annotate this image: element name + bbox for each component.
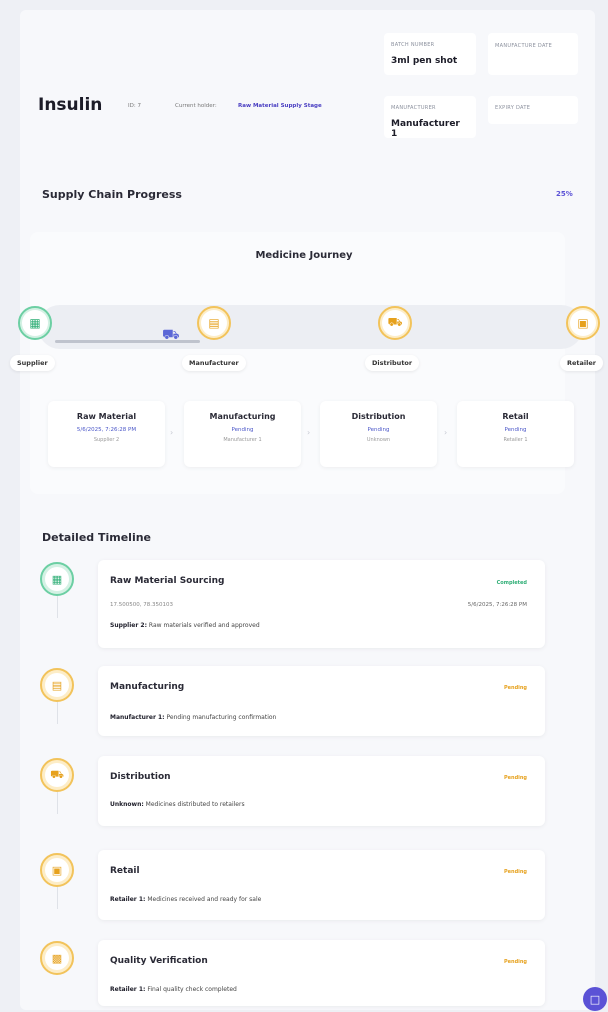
journey-node-supplier[interactable]: ▦: [18, 306, 52, 340]
timeline-item-text: Medicines distributed to retailers: [145, 801, 245, 808]
timeline-item-manufacturing[interactable]: Manufacturing Pending Manufacturer 1: Pe…: [98, 666, 545, 736]
store-icon: ▣: [45, 858, 69, 882]
timeline-item-actor: Retailer 1:: [110, 986, 146, 993]
current-holder-value: Raw Material Supply Stage: [238, 103, 322, 109]
product-id: ID: 7: [128, 103, 141, 109]
status-badge: Pending: [503, 775, 527, 781]
stage-title: Distribution: [351, 412, 406, 421]
stage-holder: Retailer 1: [503, 437, 528, 443]
current-holder-label: Current holder:: [175, 103, 217, 109]
timeline-item-quality-verification[interactable]: Quality Verification Pending Retailer 1:…: [98, 940, 545, 1006]
timeline-item-title: Quality Verification: [110, 956, 208, 966]
stage-title: Retail: [502, 412, 529, 421]
timeline-node-retail: ▣: [40, 853, 74, 887]
stage-card-retail: Retail Pending Retailer 1: [457, 401, 574, 467]
stage-title: Raw Material: [76, 412, 137, 421]
node-label-distributor: Distributor: [365, 355, 420, 371]
clipboard-icon: ▩: [45, 946, 69, 970]
store-icon: ▣: [570, 310, 596, 336]
stage-card-manufacturing: Manufacturing Pending Manufacturer 1: [184, 401, 301, 467]
journey-node-retailer[interactable]: ▣: [566, 306, 600, 340]
expiry-date-label: EXPIRY DATE: [495, 105, 531, 111]
stage-status: Pending: [231, 427, 254, 433]
timeline-item-retail[interactable]: Retail Pending Retailer 1: Medicines rec…: [98, 850, 545, 920]
timeline-connector: [57, 792, 58, 814]
manufacturer-box: MANUFACTURER Manufacturer 1: [384, 96, 476, 139]
chevron-right-icon: ›: [307, 428, 311, 437]
timeline-item-description: Retailer 1: Medicines received and ready…: [110, 896, 261, 903]
truck-icon: ⛟: [45, 763, 69, 787]
expiry-date-box: EXPIRY DATE: [488, 96, 578, 124]
chevron-right-icon: ›: [170, 428, 174, 437]
journey-node-manufacturer[interactable]: ▤: [197, 306, 231, 340]
truck-icon: ⛟: [382, 310, 408, 336]
factory-icon: ▤: [45, 673, 69, 697]
stage-title: Manufacturing: [209, 412, 276, 421]
product-name: Insulin: [38, 95, 103, 115]
node-label-retailer: Retailer: [560, 355, 603, 371]
stage-status: 5/6/2025, 7:26:28 PM: [76, 427, 137, 433]
timeline-item-title: Retail: [110, 866, 140, 876]
batch-number-value: 3ml pen shot: [391, 56, 458, 66]
timeline-item-title: Raw Material Sourcing: [110, 576, 225, 586]
warehouse-icon: ▦: [45, 567, 69, 591]
timeline-node-manufacturing: ▤: [40, 668, 74, 702]
timeline-item-title: Manufacturing: [110, 682, 185, 692]
progress-title: Supply Chain Progress: [42, 188, 182, 201]
warehouse-icon: ▦: [22, 310, 48, 336]
timeline-item-date: 5/6/2025, 7:26:28 PM: [467, 602, 527, 608]
timeline-node-distribution: ⛟: [40, 758, 74, 792]
timeline-node-quality-verification: ▩: [40, 941, 74, 975]
journey-node-distributor[interactable]: ⛟: [378, 306, 412, 340]
batch-number-box: BATCH NUMBER 3ml pen shot: [384, 33, 476, 75]
timeline-item-distribution[interactable]: Distribution Pending Unknown: Medicines …: [98, 756, 545, 826]
node-label-supplier: Supplier: [10, 355, 55, 371]
timeline-item-description: Supplier 2: Raw materials verified and a…: [110, 622, 260, 629]
stage-status: Pending: [504, 427, 527, 433]
timeline-item-actor: Supplier 2:: [110, 622, 147, 629]
manufacturer-label: MANUFACTURER: [391, 105, 436, 111]
stage-holder: Manufacturer 1: [223, 437, 262, 443]
timeline-item-text: Medicines received and ready for sale: [147, 896, 262, 903]
status-badge: Completed: [496, 580, 527, 586]
status-badge: Pending: [503, 685, 527, 691]
status-badge: Pending: [503, 869, 527, 875]
stage-holder: Unknown: [366, 437, 391, 443]
timeline-connector: [57, 887, 58, 909]
chevron-right-icon: ›: [444, 428, 448, 437]
timeline-title: Detailed Timeline: [42, 531, 152, 544]
timeline-item-text: Raw materials verified and approved: [148, 622, 260, 629]
timeline-item-text: Pending manufacturing confirmation: [166, 714, 277, 721]
timeline-item-description: Manufacturer 1: Pending manufacturing co…: [110, 714, 276, 721]
chat-icon: □: [589, 992, 601, 1006]
progress-percent: 25%: [556, 190, 573, 198]
timeline-connector: [57, 702, 58, 724]
node-label-manufacturer: Manufacturer: [182, 355, 246, 371]
manufacture-date-label: MANUFACTURE DATE: [495, 43, 553, 49]
chat-button[interactable]: □: [583, 987, 607, 1011]
batch-number-label: BATCH NUMBER: [391, 42, 435, 48]
timeline-connector: [57, 596, 58, 618]
manufacturer-value: Manufacturer 1: [391, 119, 460, 139]
stage-card-distribution: Distribution Pending Unknown: [320, 401, 437, 467]
timeline-item-actor: Retailer 1:: [110, 896, 146, 903]
timeline-item-actor: Unknown:: [110, 801, 144, 808]
status-badge: Pending: [503, 959, 527, 965]
timeline-item-coordinates: 17.500500, 78.350103: [110, 602, 173, 608]
timeline-item-description: Unknown: Medicines distributed to retail…: [110, 801, 245, 808]
timeline-item-title: Distribution: [110, 772, 171, 782]
stage-holder: Supplier 2: [93, 437, 120, 443]
truck-icon: ⛟: [162, 327, 180, 343]
timeline-item-description: Retailer 1: Final quality check complete…: [110, 986, 237, 993]
factory-icon: ▤: [201, 310, 227, 336]
timeline-item-raw-material[interactable]: Raw Material Sourcing Completed 17.50050…: [98, 560, 545, 648]
stage-status: Pending: [367, 427, 390, 433]
journey-title: Medicine Journey: [255, 250, 353, 261]
timeline-node-raw-material: ▦: [40, 562, 74, 596]
timeline-item-text: Final quality check completed: [147, 986, 237, 993]
manufacture-date-box: MANUFACTURE DATE: [488, 33, 578, 75]
stage-card-raw-material: Raw Material 5/6/2025, 7:26:28 PM Suppli…: [48, 401, 165, 467]
timeline-item-actor: Manufacturer 1:: [110, 714, 165, 721]
